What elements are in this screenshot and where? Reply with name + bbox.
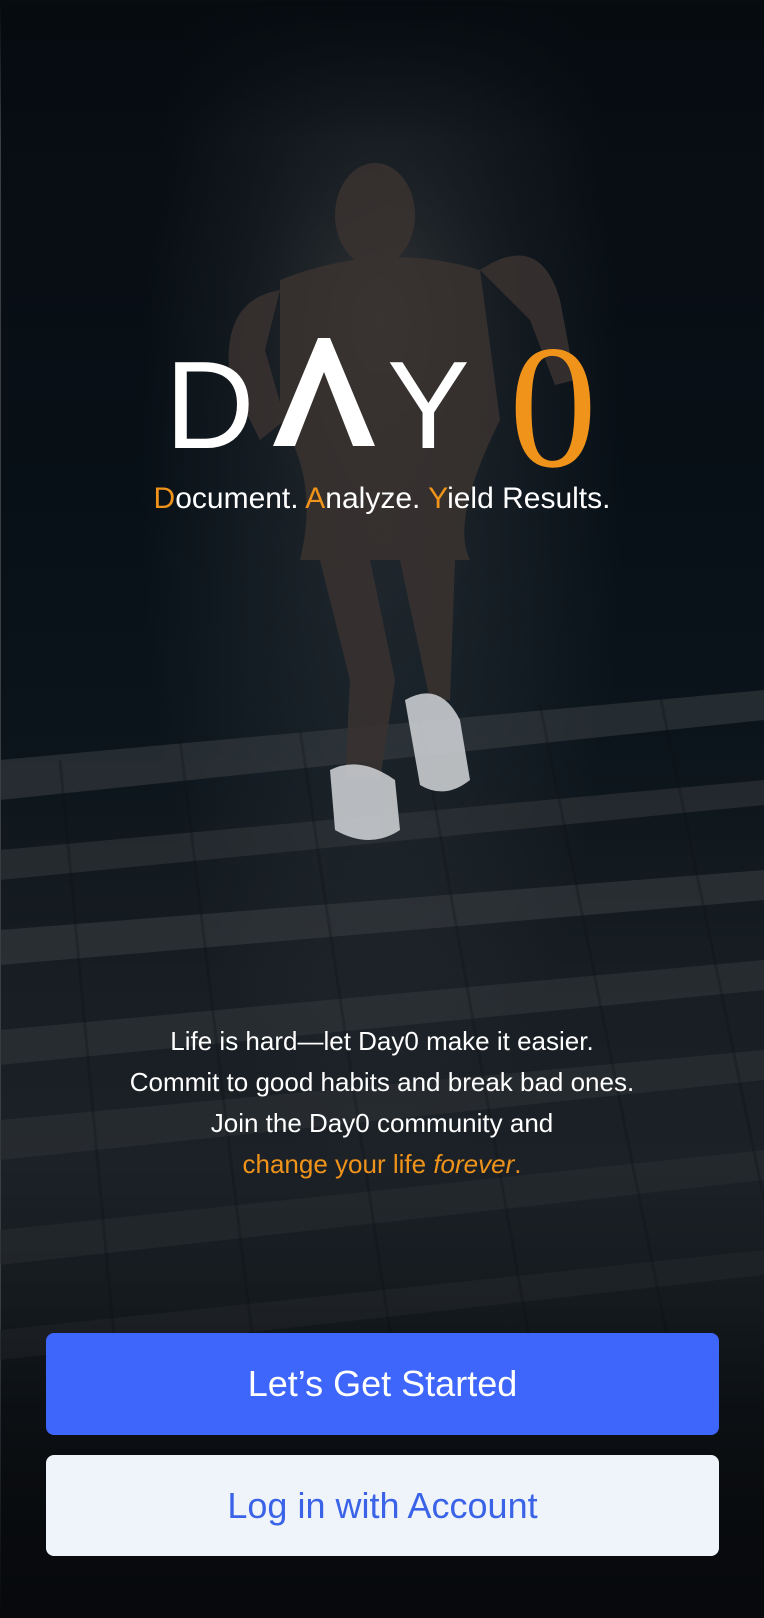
logo-letter-d: D — [165, 337, 255, 475]
tagline-initial-d: D — [153, 482, 176, 515]
tagline-initial-a: A — [305, 482, 326, 515]
day0-logo: D Y 0 — [165, 320, 615, 496]
pitch-line-1: Life is hard—let Day0 make it easier. — [170, 1026, 594, 1056]
tagline: Document. Analyze. Yield Results. — [0, 481, 764, 517]
tagline-word-document: ocument. — [175, 482, 306, 515]
pitch-line-3: Join the Day0 community and — [210, 1108, 554, 1138]
pitch-text: Life is hard—let Day0 make it easier. Co… — [0, 1021, 764, 1185]
tagline-word-yield: ield Results. — [447, 482, 611, 515]
login-button[interactable]: Log in with Account — [46, 1455, 719, 1556]
tagline-word-analyze: nalyze. — [325, 482, 429, 515]
logo-letter-a-icon — [273, 338, 375, 446]
logo-letter-y: Y — [387, 337, 470, 475]
tagline-initial-y: Y — [428, 482, 448, 515]
pitch-highlight-prefix: change your life — [242, 1149, 434, 1179]
logo-zero: 0 — [509, 310, 597, 505]
pitch-highlight-suffix: . — [514, 1149, 522, 1179]
pitch-highlight: change your life forever. — [0, 1144, 764, 1185]
pitch-highlight-emphasis: forever — [433, 1149, 515, 1179]
get-started-button[interactable]: Let’s Get Started — [46, 1333, 719, 1435]
pitch-line-2: Commit to good habits and break bad ones… — [129, 1067, 635, 1097]
welcome-screen: D Y 0 Document. Analyze. Yield Results. … — [0, 0, 764, 1618]
